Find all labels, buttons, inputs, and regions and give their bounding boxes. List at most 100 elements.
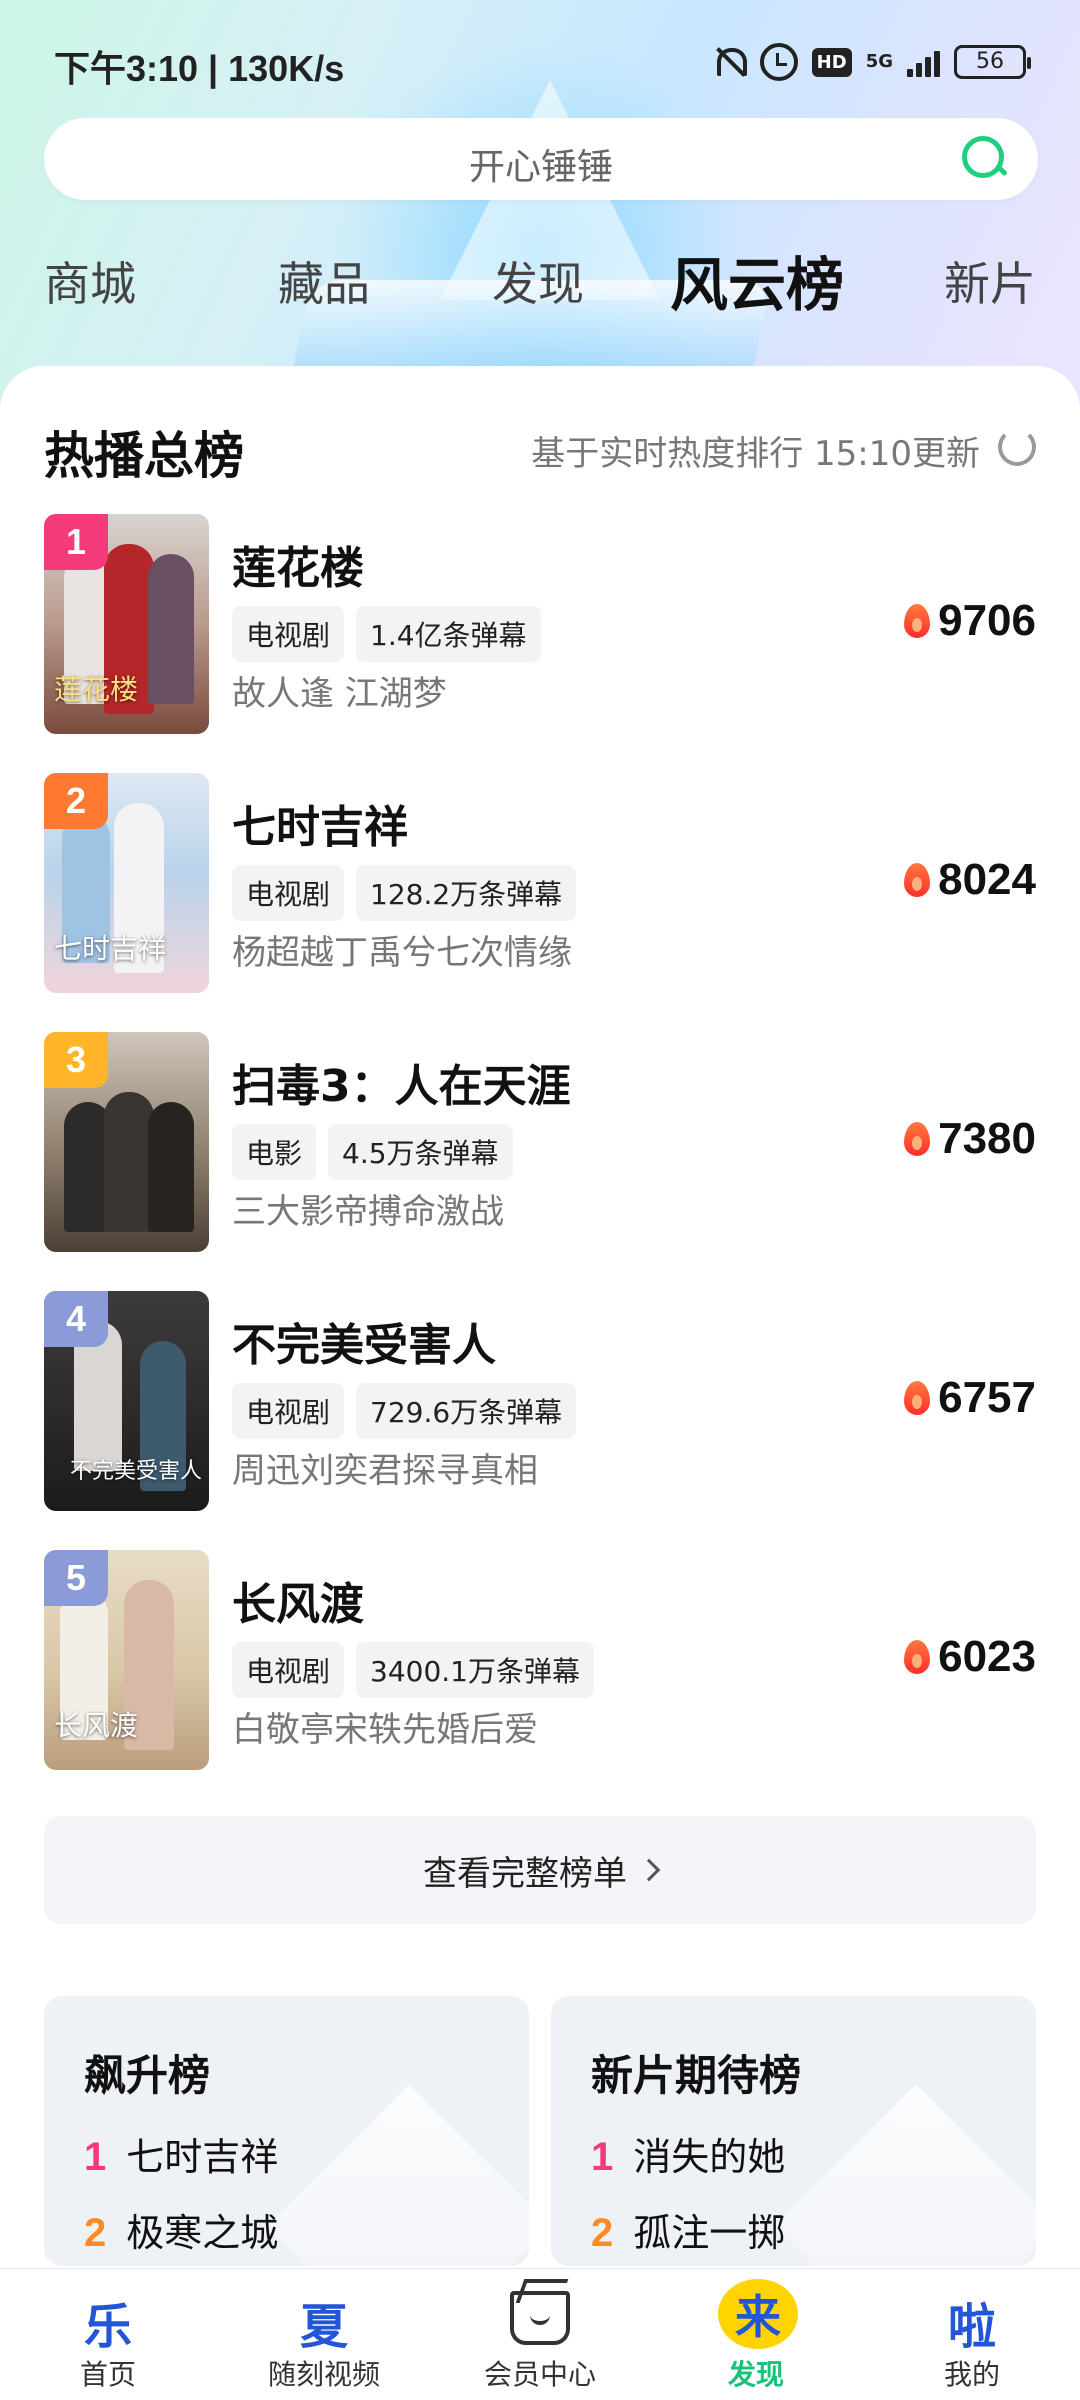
danmaku-count-tag: 729.6万条弹幕 [356,1383,577,1439]
home-icon: 乐 [83,2299,132,2355]
heat-value: 6023 [938,1632,1036,1681]
list-item[interactable]: 1 七时吉祥 [84,2126,278,2181]
signal-icon [907,47,940,77]
heat-score: 6023 [904,1632,1036,1682]
board-decoration [267,2084,529,2266]
type-tag: 电视剧 [232,606,345,662]
board-decoration [774,2084,1036,2266]
nav-videos[interactable]: 夏 随刻视频 [216,2269,432,2400]
item-description: 三大影帝搏命激战 [232,1192,504,1232]
anticipated-board-card[interactable]: 新片期待榜 1 消失的她 2 孤注一掷 [551,1996,1036,2266]
view-full-list-label: 查看完整榜单 [423,1853,627,1894]
type-tag: 电视剧 [232,1642,345,1698]
rank-badge: 4 [44,1291,108,1347]
rank-badge: 3 [44,1032,108,1088]
rank-number: 2 [84,2211,107,2255]
danmaku-count-tag: 1.4亿条弹幕 [356,606,541,662]
search-icon[interactable] [962,136,1006,180]
list-item[interactable]: 2 极寒之城 [84,2202,278,2257]
rank-number: 1 [84,2135,107,2179]
view-full-list-button[interactable]: 查看完整榜单 [44,1816,1036,1924]
item-title: 莲花楼 [232,543,364,594]
tab-rankings[interactable]: 风云榜 [670,238,844,322]
item-description: 周迅刘奕君探寻真相 [232,1451,538,1491]
flame-icon [904,604,931,638]
heat-value: 8024 [938,855,1036,904]
rank-item[interactable]: 长风渡 5 长风渡 电视剧 3400.1万条弹幕 白敬亭宋轶先婚后爱 6023 [44,1550,1036,1770]
rank-item[interactable]: 七时吉祥 2 七时吉祥 电视剧 128.2万条弹幕 杨超越丁禹兮七次情缘 802… [44,773,1036,993]
alarm-icon [759,43,798,81]
item-title: 不完美受害人 [232,1320,496,1371]
item-description: 故人逢 江湖梦 [232,674,447,714]
battery-icon: 56 [954,45,1031,79]
list-item[interactable]: 2 孤注一掷 [591,2202,785,2257]
list-item[interactable]: 1 消失的她 [591,2126,785,2181]
item-tags: 电视剧 1.4亿条弹幕 [232,606,541,662]
type-tag: 电影 [232,1124,317,1180]
rising-board-title: 飙升榜 [84,2051,211,2100]
rank-item[interactable]: 不完美受害人 4 不完美受害人 电视剧 729.6万条弹幕 周迅刘奕君探寻真相 … [44,1291,1036,1511]
item-title: 七时吉祥 [232,802,408,853]
rank-item[interactable]: 莲花楼 1 莲花楼 电视剧 1.4亿条弹幕 故人逢 江湖梦 9706 [44,514,1036,734]
tab-discover[interactable]: 发现 [492,248,584,314]
rising-board-card[interactable]: 飙升榜 1 七时吉祥 2 极寒之城 [44,1996,529,2266]
nav-home[interactable]: 乐 首页 [0,2269,216,2400]
rank-item[interactable]: 3 扫毒3：人在天涯 电影 4.5万条弹幕 三大影帝搏命激战 7380 [44,1032,1036,1252]
danmaku-count-tag: 3400.1万条弹幕 [356,1642,594,1698]
top-tabs: 商城 藏品 发现 风云榜 新片 [0,238,1080,319]
mute-bell-icon [712,44,747,80]
rank-badge: 5 [44,1550,108,1606]
heat-value: 6757 [938,1373,1036,1422]
heat-score: 8024 [904,855,1036,905]
nav-label: 会员中心 [483,2358,596,2391]
nav-label: 首页 [79,2358,136,2391]
nav-vip-center[interactable]: 会员中心 [432,2269,648,2400]
item-title: 长风渡 [232,1579,364,1630]
network-type-icon: 5G [865,51,893,72]
rank-badge: 2 [44,773,108,829]
item-tags: 电视剧 128.2万条弹幕 [232,865,577,921]
danmaku-count-tag: 128.2万条弹幕 [356,865,577,921]
item-title: 扫毒3：人在天涯 [232,1061,571,1112]
search-placeholder: 开心锤锤 [468,147,613,188]
nav-discover[interactable]: 来 发现 [648,2269,864,2400]
item-tags: 电视剧 729.6万条弹幕 [232,1383,577,1439]
refresh-icon[interactable] [998,428,1036,466]
type-tag: 电视剧 [232,1383,345,1439]
rank-number: 1 [591,2135,614,2179]
status-time: 下午3:10 | 130K/s [54,48,345,89]
chevron-right-icon [637,1858,661,1882]
heat-value: 9706 [938,596,1036,645]
list-item-title: 极寒之城 [126,2211,279,2255]
nav-profile[interactable]: 啦 我的 [864,2269,1080,2400]
tab-new-releases[interactable]: 新片 [944,248,1036,314]
bottom-navigation: 乐 首页 夏 随刻视频 会员中心 来 发现 啦 我的 [0,2268,1080,2400]
item-description: 白敬亭宋轶先婚后爱 [232,1710,538,1750]
heat-value: 7380 [938,1114,1036,1163]
flame-icon [904,1122,931,1156]
status-icons: HD 5G 56 [712,40,1031,84]
vip-crown-bag-icon [510,2291,570,2345]
tab-mall[interactable]: 商城 [44,248,136,314]
discover-icon: 来 [718,2279,798,2349]
tab-collection[interactable]: 藏品 [278,248,370,314]
list-item-title: 消失的她 [633,2135,786,2179]
rank-number: 2 [591,2211,614,2255]
profile-icon: 啦 [947,2299,996,2355]
nav-label: 我的 [943,2358,1000,2391]
flame-icon [904,1640,931,1674]
search-bar[interactable]: 开心锤锤 [44,118,1038,200]
rank-badge: 1 [44,514,108,570]
list-item-title: 七时吉祥 [126,2135,279,2179]
hot-board-title: 热播总榜 [44,427,244,485]
danmaku-count-tag: 4.5万条弹幕 [328,1124,513,1180]
flame-icon [904,863,931,897]
anticipated-board-title: 新片期待榜 [591,2051,802,2100]
hd-icon: HD [811,47,852,77]
hot-board-update-info: 基于实时热度排行 15:10更新 [531,434,980,474]
nav-label: 随刻视频 [267,2358,380,2391]
type-tag: 电视剧 [232,865,345,921]
heat-score: 6757 [904,1373,1036,1423]
flame-icon [904,1381,931,1415]
status-bar: 下午3:10 | 130K/s HD 5G 56 [0,0,1080,120]
